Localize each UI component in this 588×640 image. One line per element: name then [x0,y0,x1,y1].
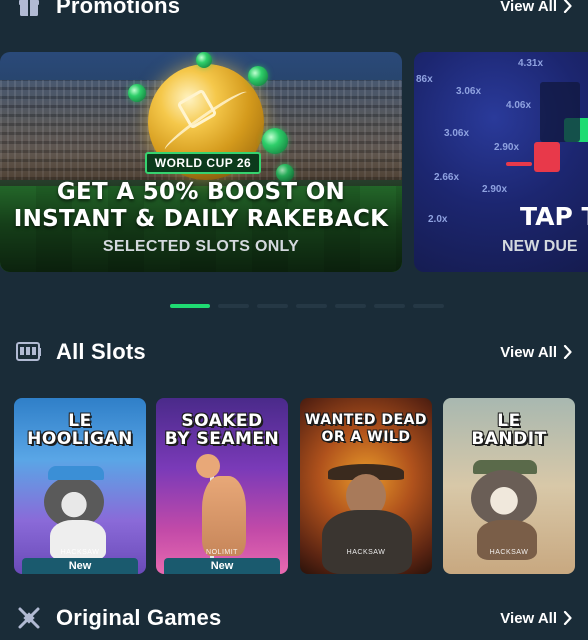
pagination-dot[interactable] [335,304,366,308]
crossed-swords-icon [16,605,42,631]
promotions-carousel[interactable]: WORLD CUP 26 GET A 50% BOOST ON INSTANT … [0,52,588,274]
pagination-dot[interactable] [257,304,288,308]
game-title: SOAKED BY SEAMEN [164,411,280,449]
multiplier-label: 4.06x [506,100,532,111]
all-slots-view-all-link[interactable]: View All [500,344,572,361]
game-provider: NOLIMIT [206,549,238,556]
promotions-view-all-link[interactable]: View All [500,0,572,15]
chevron-right-icon [563,0,572,13]
crash-promo-headline: TAP T [520,202,588,231]
emerald-gem-icon [128,84,146,102]
carousel-pagination [170,304,444,308]
game-title: LE HOOLIGAN [27,411,133,449]
multiplier-label: 3.06x [456,86,482,97]
crash-promo-subtext: NEW DUE [502,238,578,255]
game-provider: HACKSAW [489,549,529,556]
world-cup-badge: WORLD CUP 26 [145,152,261,174]
promotions-title: Promotions [56,0,181,18]
game-card-soaked-by-seamen[interactable]: SOAKED BY SEAMEN NOLIMIT New [156,398,288,574]
game-title: LE BANDIT [471,411,547,449]
chart-candle [540,82,580,142]
emerald-gem-icon [262,128,288,154]
new-badge: New [164,558,280,574]
multiplier-label: 86x [416,74,433,85]
promo-subtext: SELECTED SLOTS ONLY [102,238,300,255]
pagination-dot[interactable] [374,304,405,308]
gift-icon [16,0,42,19]
view-all-label: View All [500,609,557,627]
new-badge: New [22,558,138,574]
multiplier-label: 2.90x [482,184,508,195]
game-card-le-hooligan[interactable]: LE HOOLIGAN HACKSAW New [14,398,146,574]
view-all-label: View All [500,343,557,361]
all-slots-header: All Slots View All [0,332,588,372]
multiplier-label: 2.90x [494,142,520,153]
multiplier-label: 2.0x [428,214,448,225]
pagination-dot[interactable] [413,304,444,308]
view-all-label: View All [500,0,557,15]
promo-headline-line1: GET A 50% BOOST ON [56,179,346,205]
promo-headline-line2: INSTANT & DAILY RAKEBACK [13,206,389,232]
game-provider: HACKSAW [60,549,100,556]
raccoon-character [471,470,537,526]
promotions-header: Promotions View All [0,0,588,26]
multiplier-label: 2.66x [434,172,460,183]
slot-machine-icon [16,339,42,365]
multiplier-label: 4.31x [518,58,544,69]
game-card-wanted-dead-or-a-wild[interactable]: WANTED DEAD OR A WILD HACKSAW [300,398,432,574]
sailor-character [196,454,220,478]
world-cup-promo-banner[interactable]: WORLD CUP 26 GET A 50% BOOST ON INSTANT … [0,52,402,272]
chevron-right-icon [563,611,572,625]
multiplier-label: 3.06x [444,128,470,139]
pagination-dot-active[interactable] [170,304,210,308]
emerald-gem-icon [196,52,212,68]
game-card-le-bandit[interactable]: LE BANDIT HACKSAW [443,398,575,574]
chart-candle [534,142,560,172]
original-games-header: Original Games View All [0,598,588,638]
game-provider: HACKSAW [346,549,386,556]
original-games-view-all-link[interactable]: View All [500,610,572,627]
chevron-right-icon [563,345,572,359]
pagination-dot[interactable] [296,304,327,308]
game-title: WANTED DEAD OR A WILD [304,412,428,445]
crash-promo-banner[interactable]: 4.31x 86x 3.06x 4.06x 3.06x 2.90x 2.66x … [414,52,588,272]
original-games-title: Original Games [56,605,222,630]
emerald-gem-icon [248,66,268,86]
all-slots-title: All Slots [56,339,146,364]
chart-candle [506,162,532,166]
pagination-dot[interactable] [218,304,249,308]
